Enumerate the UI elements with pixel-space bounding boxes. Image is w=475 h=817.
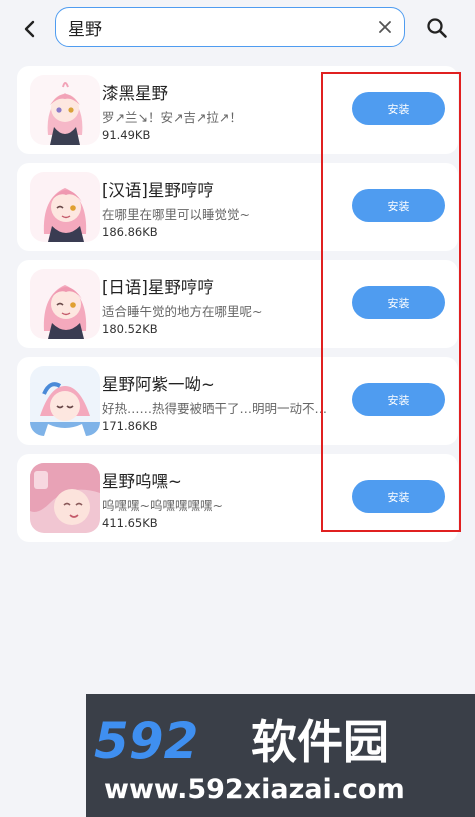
watermark-brand: 软件园 [251, 715, 389, 769]
search-button[interactable] [423, 14, 451, 42]
back-button[interactable] [14, 14, 46, 44]
item-title: 星野呜嘿~ [102, 472, 182, 491]
watermark: 592 软件园 www.592xiazai.com [86, 694, 475, 817]
result-list: 漆黑星野 罗↗兰↘！安↗吉↗拉↗！ 91.49KB 安装 [汉语]星野哼哼 在哪… [17, 66, 458, 551]
watermark-url: www.592xiazai.com [104, 774, 405, 805]
item-size: 411.65KB [102, 516, 158, 530]
search-input[interactable] [68, 15, 358, 39]
avatar [30, 269, 100, 339]
item-description: 在哪里在哪里可以睡觉觉~ [102, 207, 250, 222]
clear-button[interactable] [376, 18, 394, 36]
item-title: [日语]星野哼哼 [102, 278, 214, 297]
item-size: 180.52KB [102, 322, 158, 336]
item-title: [汉语]星野哼哼 [102, 181, 214, 200]
install-button[interactable]: 安装 [352, 92, 445, 125]
avatar [30, 172, 100, 242]
close-icon [379, 21, 391, 33]
avatar [30, 366, 100, 436]
item-size: 186.86KB [102, 225, 158, 239]
item-title: 漆黑星野 [102, 84, 168, 103]
item-size: 91.49KB [102, 128, 151, 142]
chevron-left-icon [24, 20, 35, 38]
list-item[interactable]: 星野阿紫一呦~ 好热……热得要被晒干了…明明一动不动却还是好热 171.86KB… [17, 357, 458, 445]
item-description: 好热……热得要被晒干了…明明一动不动却还是好热 [102, 401, 335, 416]
avatar [30, 463, 100, 533]
list-item[interactable]: 星野呜嘿~ 呜嘿嘿~呜嘿嘿嘿嘿~ 411.65KB 安装 [17, 454, 458, 542]
install-button[interactable]: 安装 [352, 383, 445, 416]
item-description: 呜嘿嘿~呜嘿嘿嘿嘿~ [102, 498, 223, 513]
watermark-number: 592 [94, 712, 198, 770]
item-description: 适合睡午觉的地方在哪里呢~ [102, 304, 263, 319]
install-button[interactable]: 安装 [352, 189, 445, 222]
search-icon [427, 18, 447, 38]
item-description: 罗↗兰↘！安↗吉↗拉↗！ [102, 110, 242, 125]
item-size: 171.86KB [102, 419, 158, 433]
list-item[interactable]: 漆黑星野 罗↗兰↘！安↗吉↗拉↗！ 91.49KB 安装 [17, 66, 458, 154]
list-item[interactable]: [汉语]星野哼哼 在哪里在哪里可以睡觉觉~ 186.86KB 安装 [17, 163, 458, 251]
top-bar [0, 0, 475, 58]
search-box[interactable] [55, 7, 405, 47]
item-title: 星野阿紫一呦~ [102, 375, 215, 394]
install-button[interactable]: 安装 [352, 286, 445, 319]
avatar [30, 75, 100, 145]
install-button[interactable]: 安装 [352, 480, 445, 513]
list-item[interactable]: [日语]星野哼哼 适合睡午觉的地方在哪里呢~ 180.52KB 安装 [17, 260, 458, 348]
